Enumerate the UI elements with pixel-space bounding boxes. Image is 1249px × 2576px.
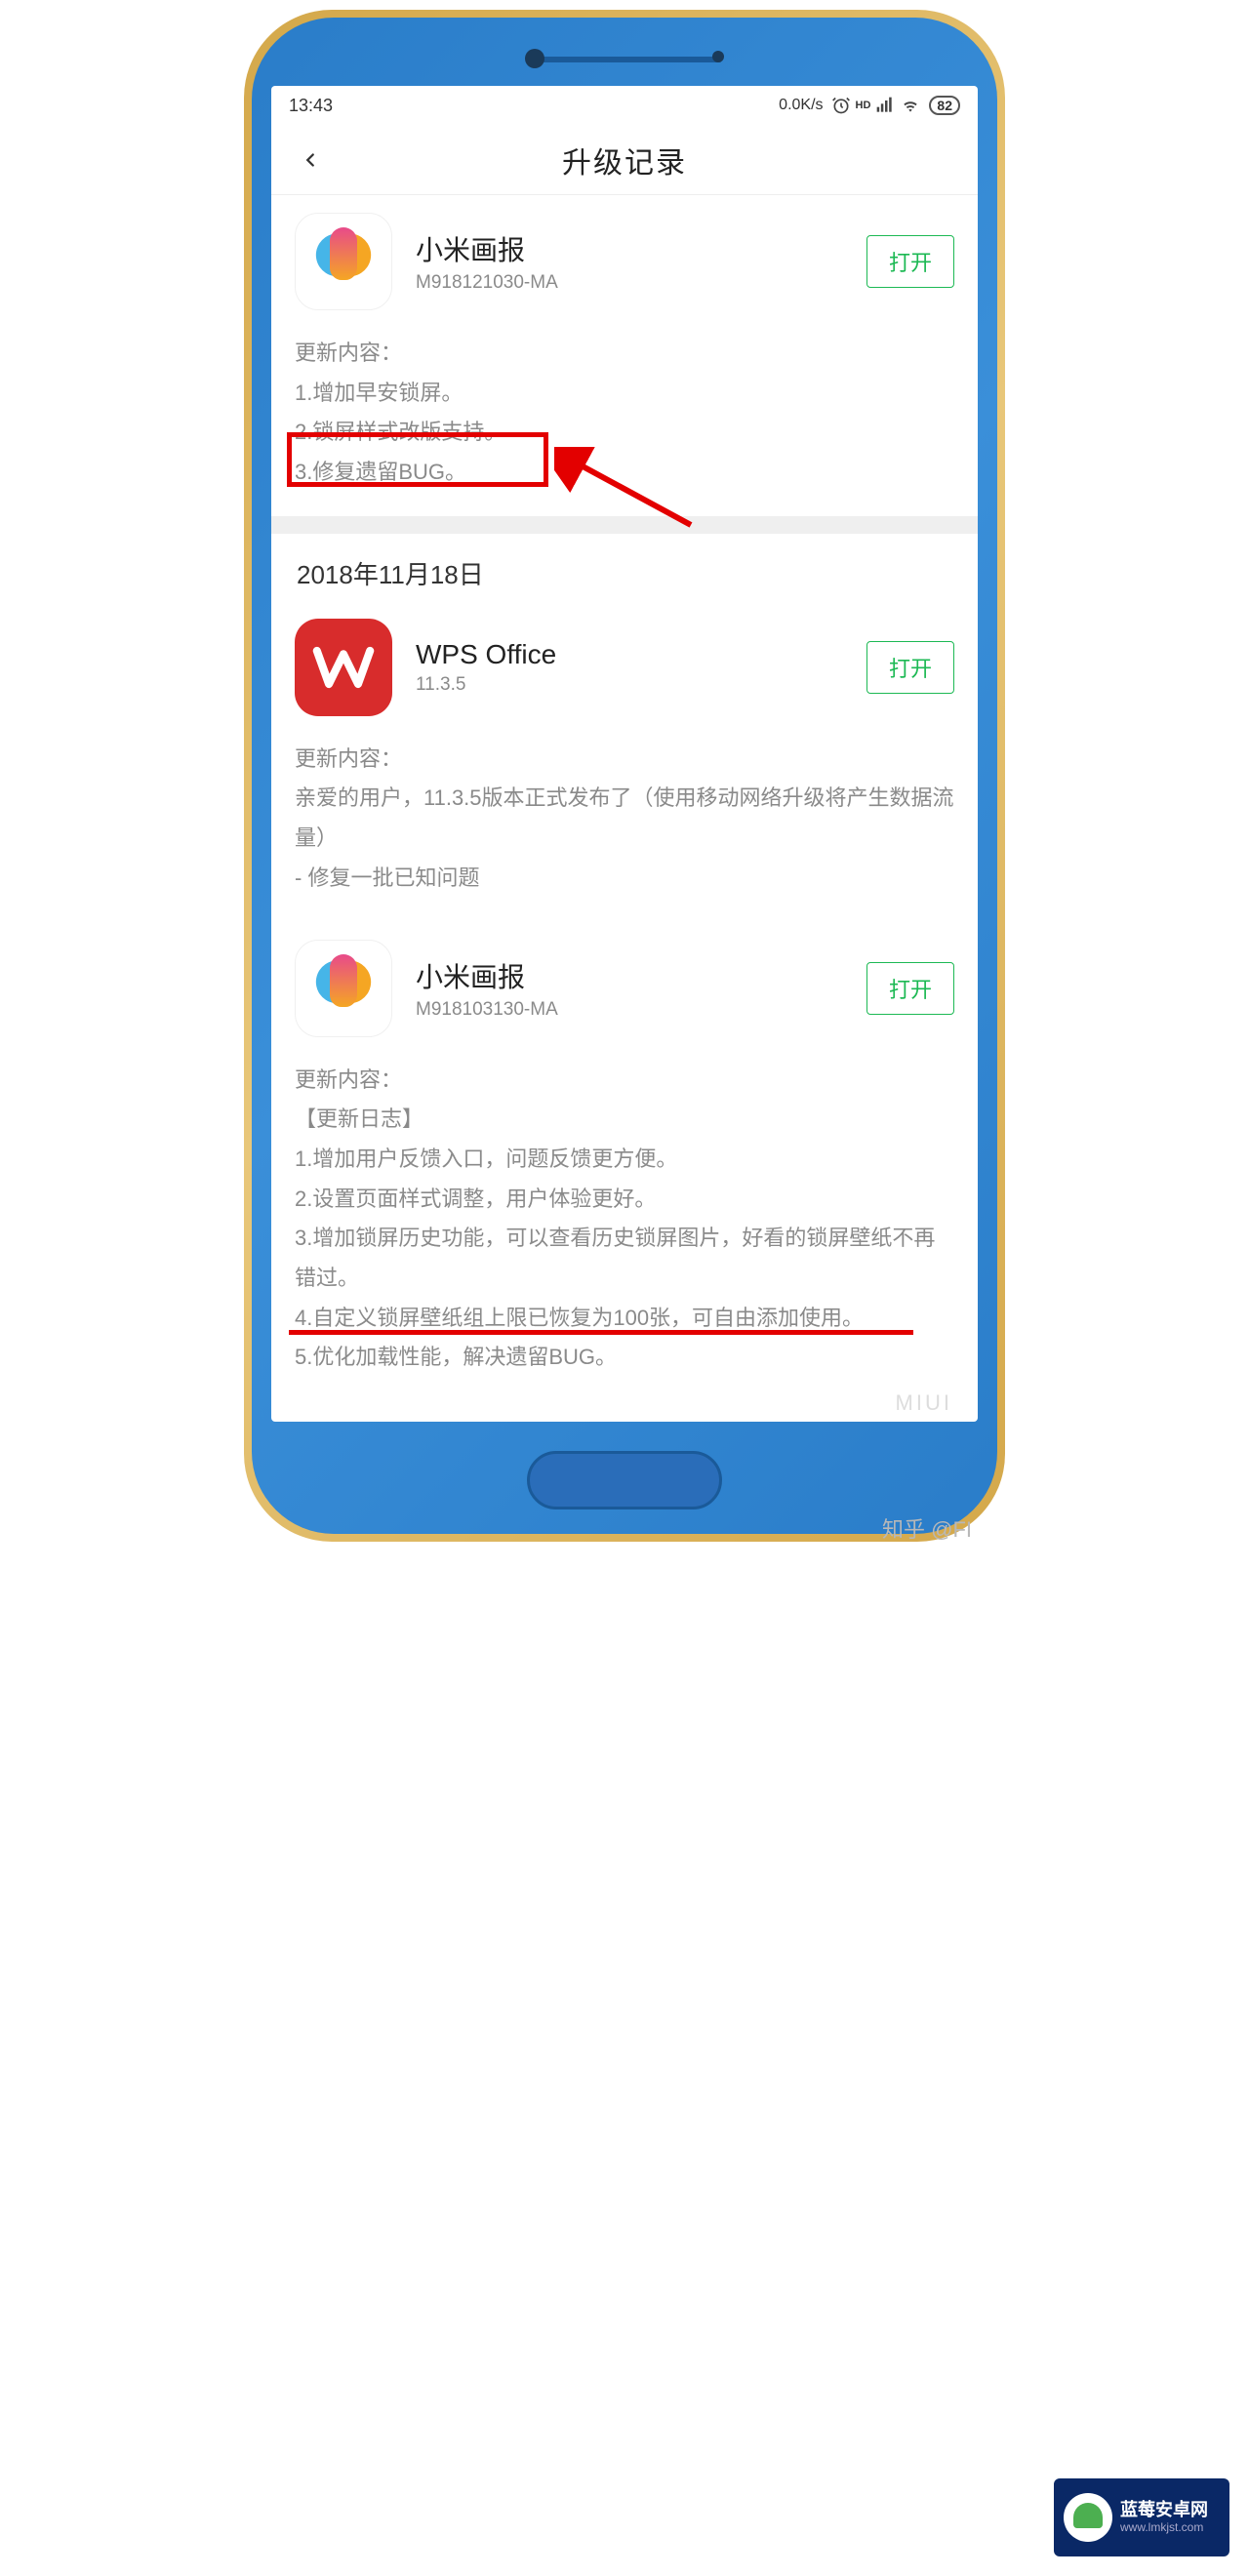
open-button[interactable]: 打开 <box>866 235 954 288</box>
changelog-line: 2.锁屏样式改版支持。 <box>295 413 954 453</box>
changelog-subtitle: 【更新日志】 <box>295 1100 954 1140</box>
changelog-title: 更新内容： <box>295 334 954 374</box>
status-net-speed: 0.0K/s <box>779 97 823 114</box>
logo-url: www.lmkjst.com <box>1120 2520 1208 2534</box>
section-divider <box>271 516 978 534</box>
changelog-title: 更新内容： <box>295 740 954 780</box>
open-button[interactable]: 打开 <box>866 962 954 1015</box>
status-right: 0.0K/s HD 82 <box>779 96 960 115</box>
phone-body: 13:43 0.0K/s HD 82 <box>252 18 997 1534</box>
phone-speaker <box>527 57 722 62</box>
android-icon <box>1064 2493 1112 2542</box>
phone-sensor <box>712 51 724 62</box>
changelog: 更新内容： 【更新日志】 1.增加用户反馈入口，问题反馈更方便。 2.设置页面样… <box>295 1061 954 1379</box>
date-header: 2018年11月18日 <box>271 534 978 601</box>
changelog: 更新内容： 亲爱的用户，11.3.5版本正式发布了（使用移动网络升级将产生数据流… <box>295 740 954 899</box>
open-button[interactable]: 打开 <box>866 641 954 694</box>
content-scroll[interactable]: 小米画报 M918121030-MA 打开 更新内容： 1.增加早安锁屏。 2.… <box>271 195 978 1388</box>
status-time: 13:43 <box>289 96 333 116</box>
changelog: 更新内容： 1.增加早安锁屏。 2.锁屏样式改版支持。 3.修复遗留BUG。 <box>295 334 954 493</box>
changelog-line: 3.增加锁屏历史功能，可以查看历史锁屏图片，好看的锁屏壁纸不再错过。 <box>295 1219 954 1298</box>
site-logo-badge: 蓝莓安卓网 www.lmkjst.com <box>1054 2478 1229 2556</box>
miui-watermark: MIUI <box>896 1390 952 1416</box>
alarm-icon <box>831 96 851 115</box>
changelog-line: 亲爱的用户，11.3.5版本正式发布了（使用移动网络升级将产生数据流量） <box>295 779 954 858</box>
zhihu-watermark: 知乎 @FI <box>859 1505 995 1551</box>
back-button[interactable] <box>281 131 340 189</box>
chevron-left-icon <box>300 143 321 177</box>
app-version: M918121030-MA <box>416 272 866 294</box>
changelog-line: 1.增加用户反馈入口，问题反馈更方便。 <box>295 1140 954 1180</box>
changelog-line: 3.修复遗留BUG。 <box>295 453 954 493</box>
changelog-line: 1.增加早安锁屏。 <box>295 374 954 414</box>
wifi-icon <box>900 96 921 115</box>
signal-icon <box>875 96 895 115</box>
logo-title: 蓝莓安卓网 <box>1120 2501 1208 2520</box>
app-icon-xiaomi-pictorial <box>295 213 392 310</box>
app-version: 11.3.5 <box>416 674 866 696</box>
phone-screen: 13:43 0.0K/s HD 82 <box>271 86 978 1422</box>
phone-frame: 13:43 0.0K/s HD 82 <box>244 10 1005 1542</box>
app-card-xiaomi-pictorial-2: 小米画报 M918103130-MA 打开 更新内容： 【更新日志】 1.增加用… <box>271 922 978 1389</box>
wps-w-icon <box>310 642 377 693</box>
changelog-line: 4.自定义锁屏壁纸组上限已恢复为100张，可自由添加使用。 <box>295 1299 954 1339</box>
changelog-line: - 修复一批已知问题 <box>295 859 954 899</box>
status-bar: 13:43 0.0K/s HD 82 <box>271 86 978 125</box>
app-card-wps-office: WPS Office 11.3.5 打开 更新内容： 亲爱的用户，11.3.5版… <box>271 601 978 922</box>
app-icon-xiaomi-pictorial <box>295 940 392 1037</box>
app-name: 小米画报 <box>416 956 866 995</box>
nav-bar: 升级记录 <box>271 125 978 195</box>
phone-camera <box>525 49 544 68</box>
changelog-line: 2.设置页面样式调整，用户体验更好。 <box>295 1180 954 1220</box>
page-title: 升级记录 <box>562 139 687 181</box>
app-card-xiaomi-pictorial-1: 小米画报 M918121030-MA 打开 更新内容： 1.增加早安锁屏。 2.… <box>271 195 978 516</box>
home-button[interactable] <box>527 1451 722 1509</box>
app-icon-wps <box>295 619 392 716</box>
battery-badge: 82 <box>929 96 960 115</box>
app-version: M918103130-MA <box>416 999 866 1021</box>
app-name: WPS Office <box>416 639 866 670</box>
app-name: 小米画报 <box>416 229 866 268</box>
hd-badge: HD <box>856 100 871 111</box>
changelog-title: 更新内容： <box>295 1061 954 1101</box>
changelog-line: 5.优化加载性能，解决遗留BUG。 <box>295 1338 954 1378</box>
